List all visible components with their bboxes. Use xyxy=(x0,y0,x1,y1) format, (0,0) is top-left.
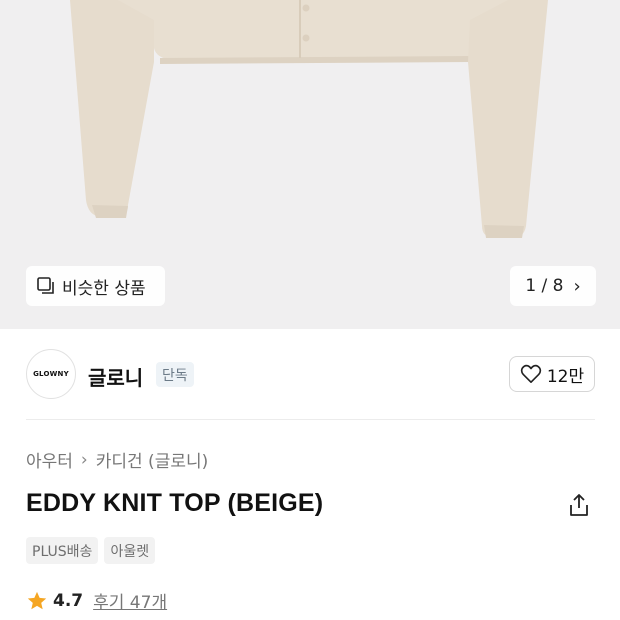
breadcrumb-current[interactable]: 카디건 (글로니) xyxy=(96,447,209,472)
exclusive-badge: 단독 xyxy=(156,362,194,387)
heart-icon xyxy=(520,364,542,383)
brand-row: GLOWNY 글로니 단독 12만 xyxy=(0,329,620,419)
reviews-link[interactable]: 후기 47개 xyxy=(93,588,167,613)
divider xyxy=(26,419,595,420)
rating: 4.7 후기 47개 xyxy=(26,588,167,613)
image-counter-button[interactable]: 1 / 8 › xyxy=(510,266,596,306)
breadcrumb: 아우터 › 카디건 (글로니) xyxy=(26,447,209,473)
breadcrumb-parent[interactable]: 아우터 xyxy=(26,447,73,472)
product-image[interactable]: 비슷한 상품 1 / 8 › xyxy=(0,0,620,329)
like-count: 12만 xyxy=(546,366,585,387)
similar-items-icon xyxy=(37,277,54,294)
tag-outlet: 아울렛 xyxy=(104,537,156,564)
brand-logo[interactable]: GLOWNY xyxy=(26,349,76,399)
image-counter: 1 / 8 xyxy=(525,276,564,296)
similar-items-button[interactable]: 비슷한 상품 xyxy=(26,266,165,306)
similar-items-label: 비슷한 상품 xyxy=(62,278,146,299)
chevron-right-icon: › xyxy=(80,449,88,470)
share-button[interactable] xyxy=(566,492,592,518)
share-icon xyxy=(570,494,588,516)
star-icon xyxy=(27,591,47,609)
chevron-right-icon: › xyxy=(573,275,581,297)
tag-plus-delivery: PLUS배송 xyxy=(26,537,99,564)
product-tags: PLUS배송 아울렛 xyxy=(26,537,156,564)
brand-name[interactable]: 글로니 xyxy=(88,362,143,391)
like-button[interactable]: 12만 xyxy=(509,356,595,392)
rating-score: 4.7 xyxy=(53,590,84,611)
product-title: EDDY KNIT TOP (BEIGE) xyxy=(26,489,324,517)
brand-logo-text: GLOWNY xyxy=(33,370,69,378)
